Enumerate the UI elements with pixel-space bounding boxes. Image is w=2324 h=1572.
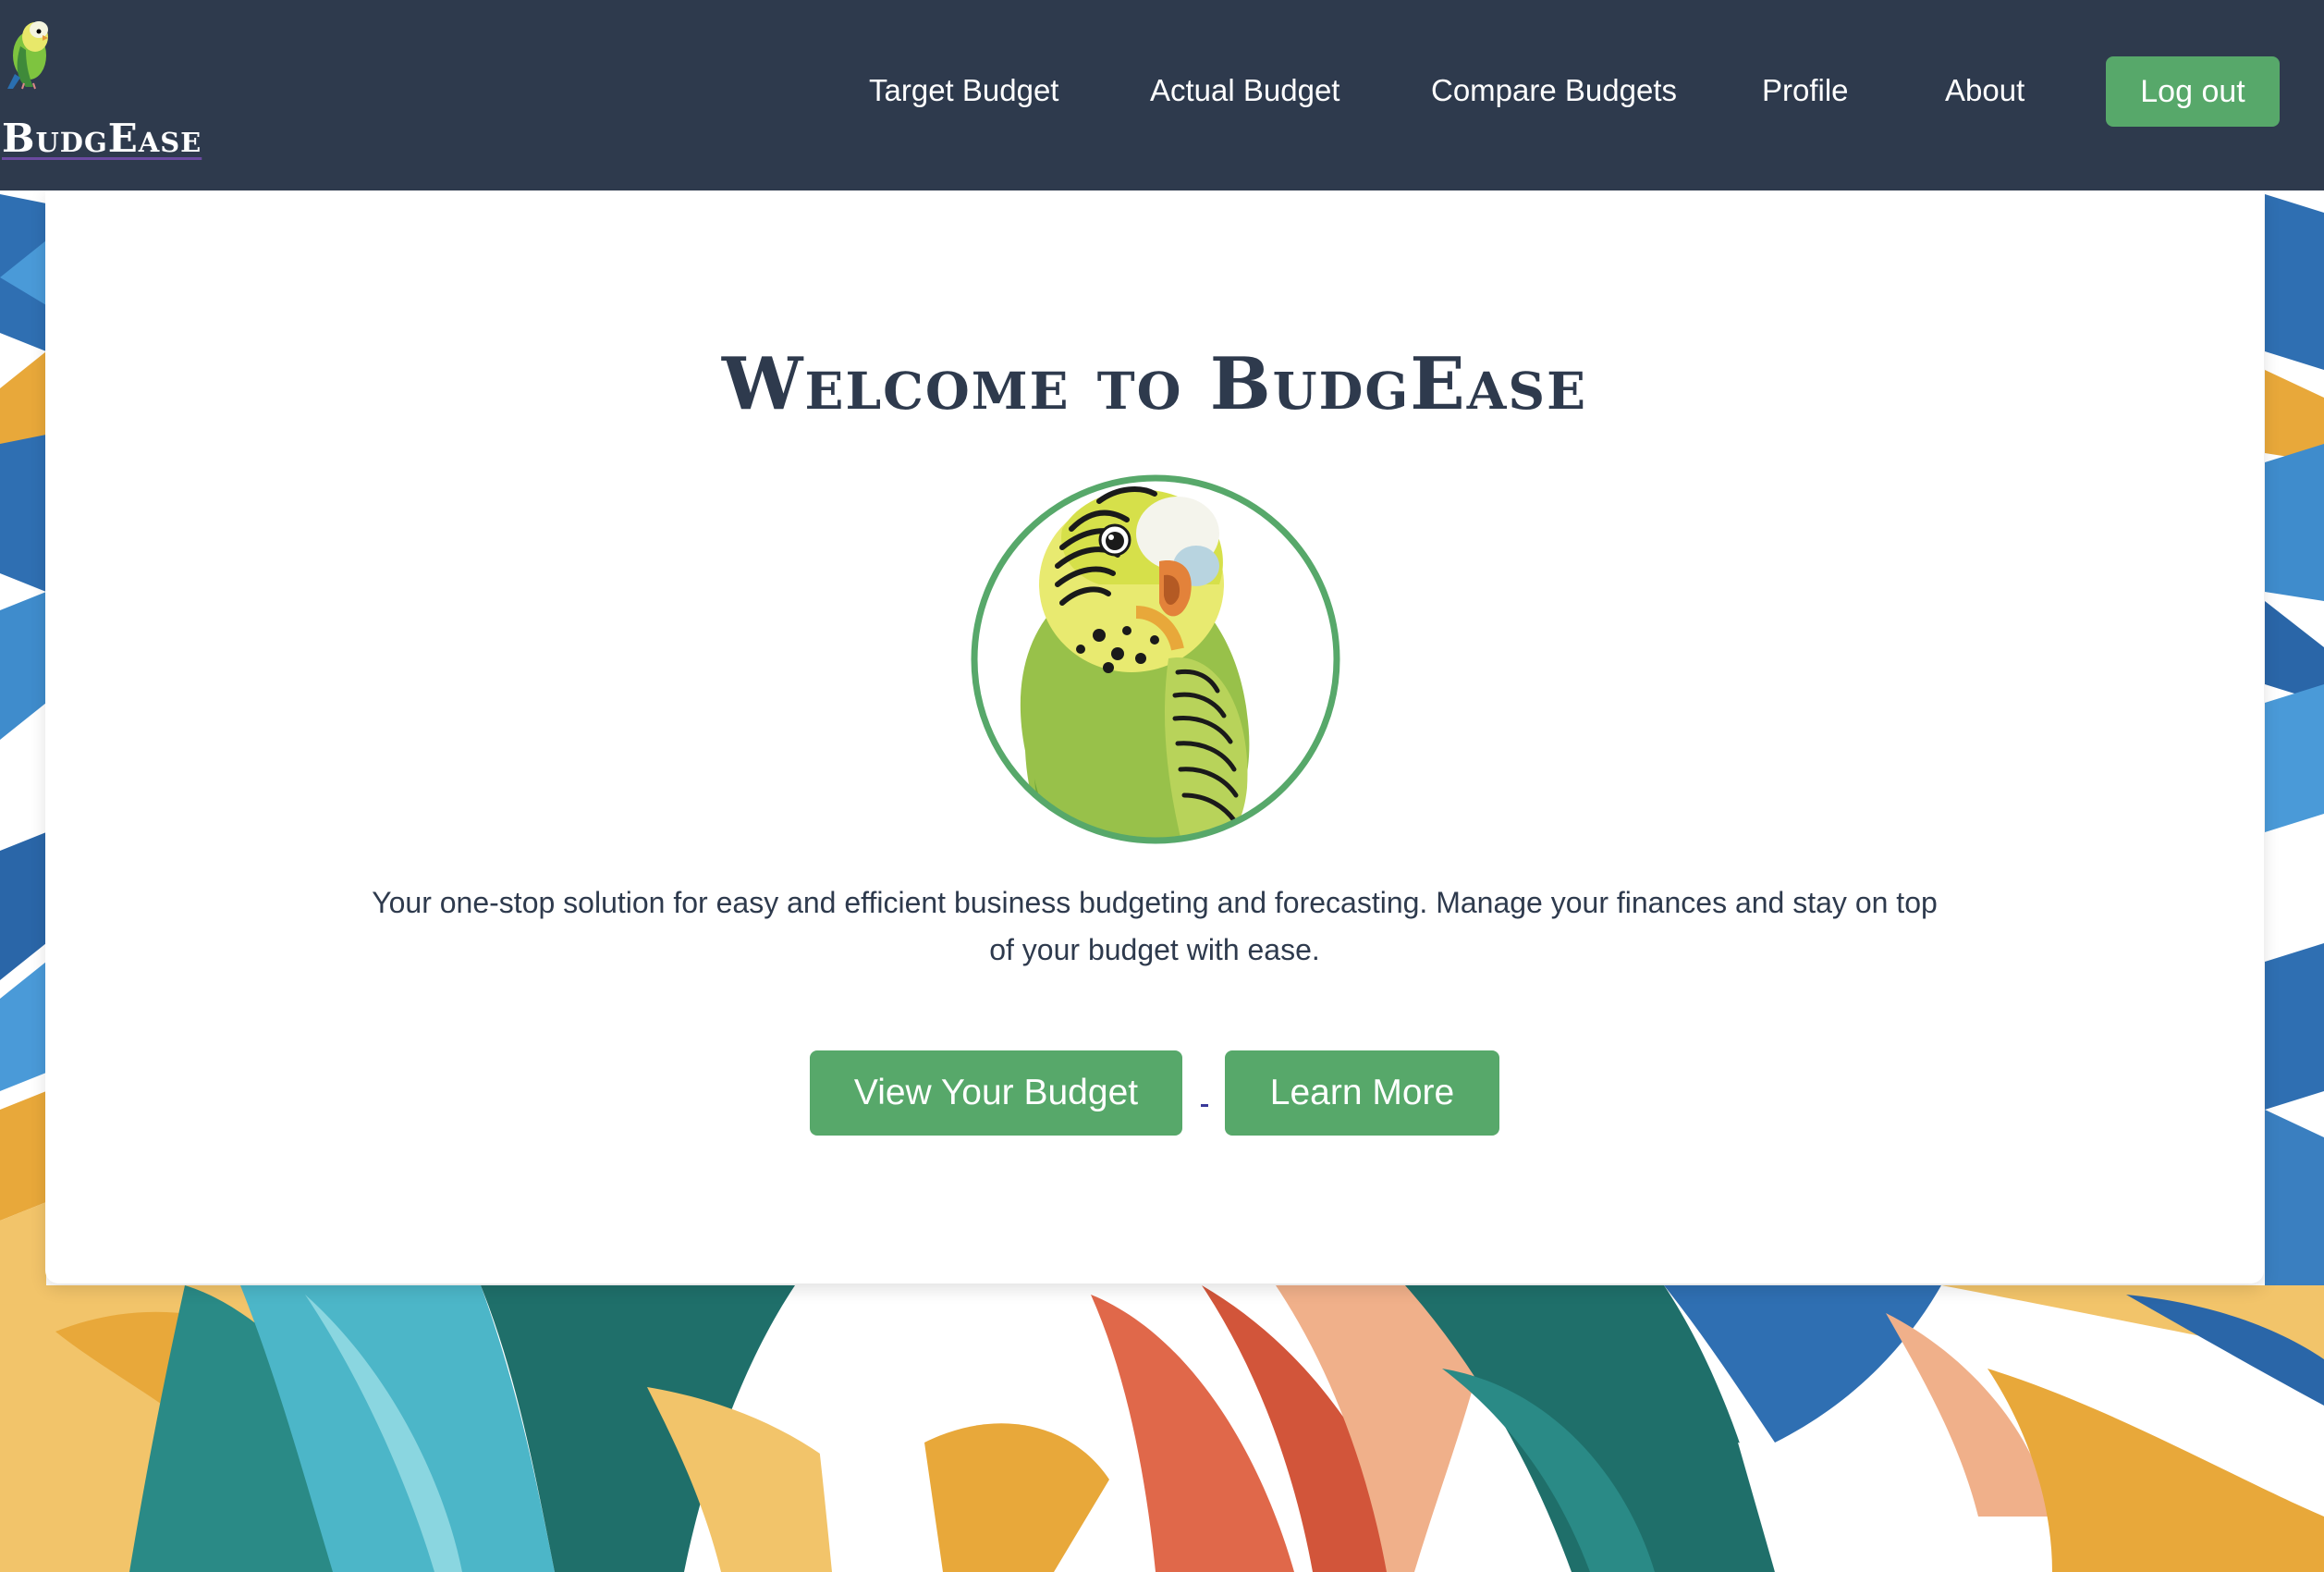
welcome-card: Welcome to BudgEase Your one-stop soluti… xyxy=(45,190,2264,1283)
navbar: BudgEase Target Budget Actual Budget Com… xyxy=(0,0,2324,190)
nav-target-budget[interactable]: Target Budget xyxy=(869,63,1058,118)
logout-button[interactable]: Log out xyxy=(2106,56,2280,127)
brand-logo[interactable]: BudgEase xyxy=(0,6,268,172)
nav-about[interactable]: About xyxy=(1945,63,2024,118)
nav-actual-budget[interactable]: Actual Budget xyxy=(1150,63,1339,118)
nav-compare-budgets[interactable]: Compare Budgets xyxy=(1431,63,1677,118)
nav-profile[interactable]: Profile xyxy=(1762,63,1849,118)
link-underline-separator xyxy=(1201,1104,1208,1107)
budgie-icon xyxy=(7,21,48,90)
learn-more-button[interactable]: Learn More xyxy=(1225,1050,1499,1136)
view-budget-button[interactable]: View Your Budget xyxy=(810,1050,1182,1136)
tagline: Your one-stop solution for easy and effi… xyxy=(372,886,1938,966)
brand-name: BudgEase xyxy=(2,116,202,161)
page-title: Welcome to BudgEase xyxy=(721,342,1588,426)
budgie-avatar-icon xyxy=(971,474,1340,844)
